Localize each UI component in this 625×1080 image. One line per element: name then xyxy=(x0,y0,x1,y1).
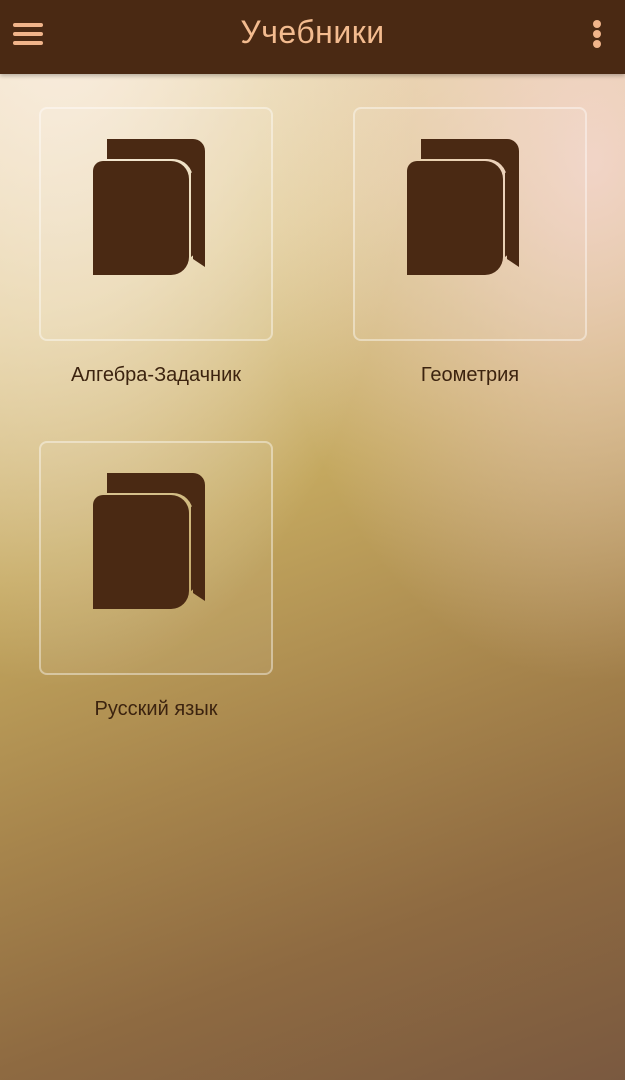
book-label: Русский язык xyxy=(94,698,218,720)
app-bar: Учебники xyxy=(0,0,625,74)
book-tile-russian[interactable] xyxy=(39,441,273,675)
book-label: Алгебра-Задачник xyxy=(70,364,242,386)
book-icon xyxy=(93,139,205,275)
book-label: Геометрия xyxy=(420,364,520,386)
overflow-menu-button[interactable] xyxy=(582,14,612,58)
book-tile-geometry[interactable] xyxy=(353,107,587,341)
book-icon xyxy=(93,473,205,609)
app-title: Учебники xyxy=(240,14,385,50)
book-icon xyxy=(407,139,519,275)
book-tile-algebra[interactable] xyxy=(39,107,273,341)
